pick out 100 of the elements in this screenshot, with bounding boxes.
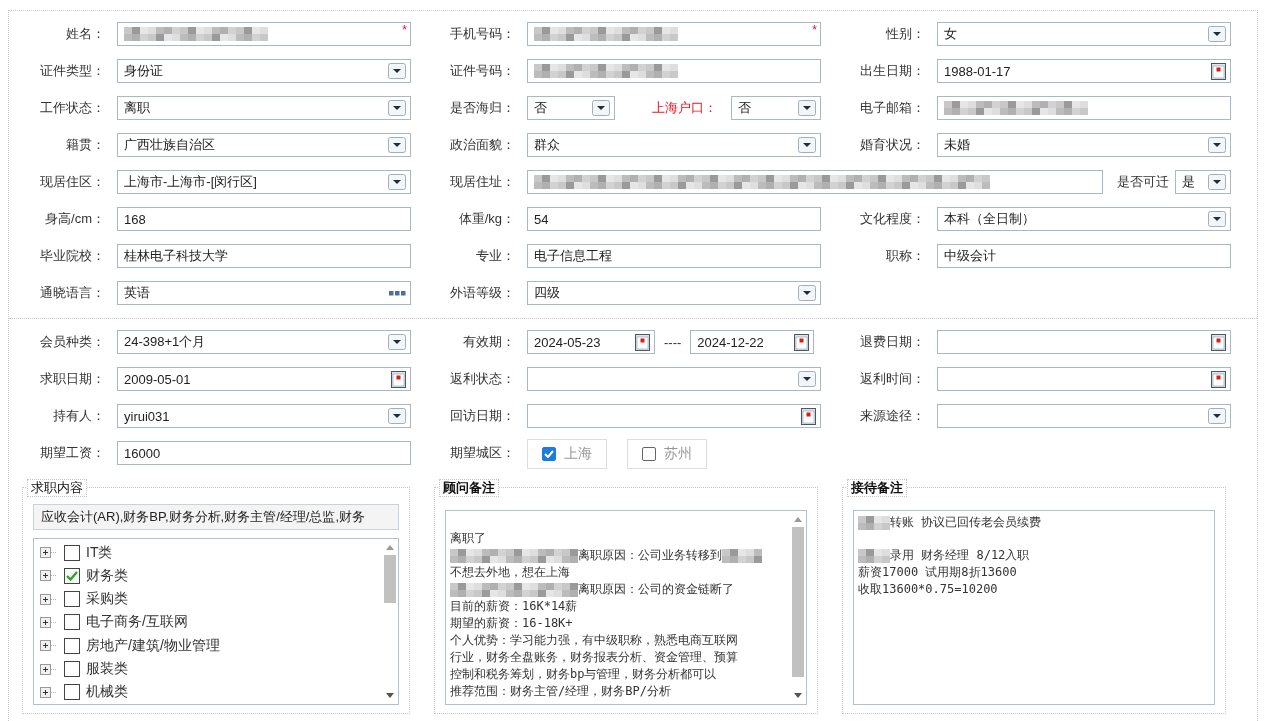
select-field[interactable]: [937, 404, 1231, 428]
caret-icon[interactable]: [388, 63, 406, 79]
input-field[interactable]: 桂林电子科技大学: [117, 244, 411, 268]
select-field[interactable]: 是: [1175, 170, 1231, 194]
caret-icon[interactable]: [798, 137, 816, 153]
scroll-up-icon[interactable]: [386, 545, 394, 550]
date-field[interactable]: 2024-05-23: [527, 330, 655, 354]
notes-textarea[interactable]: 离职了 离职原因：公司业务转移到 不想去外地，想在上海 离职原因：公司的资金链断了 目前的薪资：16K*14薪 期望的薪资：16-18K+ 个人优势：学习能力强，有中级职称，熟悉电商互联网 行业，财务全盘账务，财务报表分析、资金管理、预算 控制和税务筹划，财务bp与管理，财务分析都可以 推荐范围：财务主管/经理，财务BP/分析: [445, 510, 807, 705]
input-field[interactable]: 中级会计: [937, 244, 1231, 268]
caret-icon[interactable]: [1208, 174, 1226, 190]
calendar-icon[interactable]: [635, 333, 650, 351]
expand-icon[interactable]: [40, 547, 58, 559]
tree-item[interactable]: 机械类: [86, 683, 128, 702]
expand-icon[interactable]: [40, 663, 58, 675]
select-field[interactable]: yirui031: [117, 404, 411, 428]
select-field[interactable]: 24-398+1个月: [117, 330, 411, 354]
date-field[interactable]: [937, 330, 1231, 354]
select-field[interactable]: 身份证: [117, 59, 411, 83]
field-label: 性别：: [885, 25, 926, 43]
date-field[interactable]: [527, 404, 821, 428]
scroll-down-icon[interactable]: [794, 693, 802, 698]
caret-icon[interactable]: [388, 408, 406, 424]
calendar-icon[interactable]: [794, 333, 810, 351]
input-field[interactable]: *: [117, 22, 411, 46]
caret-icon[interactable]: [592, 100, 610, 116]
checkbox[interactable]: [64, 684, 80, 701]
note-line: 离职原因：公司业务转移到: [578, 547, 722, 564]
input-field[interactable]: 168: [117, 207, 411, 231]
tree-item[interactable]: 服装类: [86, 660, 128, 679]
calendar-icon[interactable]: [801, 407, 816, 425]
scroll-down-icon[interactable]: [386, 693, 394, 698]
checkbox[interactable]: [64, 614, 80, 631]
panel-title: 接待备注: [847, 479, 907, 497]
checkbox[interactable]: [64, 661, 80, 678]
date-field[interactable]: 2024-12-22: [690, 330, 815, 354]
checkbox[interactable]: [64, 637, 80, 654]
input-field[interactable]: [527, 170, 1103, 194]
select-field[interactable]: [527, 367, 821, 391]
more-icon[interactable]: [389, 290, 406, 296]
select-field[interactable]: 离职: [117, 96, 411, 120]
expand-icon[interactable]: [40, 593, 58, 605]
select-field[interactable]: 女: [937, 22, 1231, 46]
expand-icon[interactable]: [40, 570, 58, 582]
caret-icon[interactable]: [388, 174, 406, 190]
caret-icon[interactable]: [388, 334, 406, 350]
checkbox[interactable]: [542, 447, 556, 461]
input-field[interactable]: 电子信息工程: [527, 244, 821, 268]
field-label: 退费日期：: [859, 333, 926, 351]
caret-icon[interactable]: [798, 285, 816, 301]
caret-icon[interactable]: [388, 100, 406, 116]
select-field[interactable]: 四级: [527, 281, 821, 305]
input-field[interactable]: *: [527, 22, 821, 46]
select-field[interactable]: 广西壮族自治区: [117, 133, 411, 157]
notes-textarea[interactable]: 转账 协议已回传老会员续费 录用 财务经理 8/12入职 薪资17000 试用期8折13600 收取13600*0.75=10200: [853, 510, 1215, 705]
checkbox[interactable]: [64, 544, 80, 561]
calendar-icon[interactable]: [1211, 62, 1226, 80]
caret-icon[interactable]: [388, 137, 406, 153]
select-field[interactable]: 否: [527, 96, 615, 120]
caret-icon[interactable]: [798, 100, 816, 116]
select-field[interactable]: 本科（全日制）: [937, 207, 1231, 231]
calendar-icon[interactable]: [1211, 370, 1226, 388]
input-field[interactable]: [527, 59, 821, 83]
expand-icon[interactable]: [40, 686, 58, 698]
scrollbar-thumb[interactable]: [792, 527, 804, 677]
tree-item[interactable]: 采购类: [86, 590, 128, 609]
scrollbar-thumb[interactable]: [384, 555, 396, 603]
caret-icon[interactable]: [1208, 211, 1226, 227]
date-field[interactable]: 2009-05-01: [117, 367, 411, 391]
tree-item[interactable]: 房地产/建筑/物业管理: [86, 636, 220, 655]
input-field[interactable]: [937, 96, 1231, 120]
calendar-icon[interactable]: [391, 370, 406, 388]
select-field[interactable]: 上海市-上海市-[闵行区]: [117, 170, 411, 194]
date-field[interactable]: 1988-01-17: [937, 59, 1231, 83]
tree-item[interactable]: 电子商务/互联网: [86, 613, 188, 632]
caret-icon[interactable]: [1208, 137, 1226, 153]
select-field[interactable]: 未婚: [937, 133, 1231, 157]
checkbox[interactable]: [642, 447, 656, 461]
note-line: 控制和税务筹划，财务bp与管理，财务分析都可以: [450, 666, 717, 683]
select-field[interactable]: 否: [731, 96, 821, 120]
input-field[interactable]: 54: [527, 207, 821, 231]
input-field[interactable]: 16000: [117, 441, 411, 465]
field-label: 体重/kg：: [457, 210, 516, 228]
scroll-up-icon[interactable]: [794, 517, 802, 522]
caret-icon[interactable]: [1208, 408, 1226, 424]
tree-item[interactable]: 财务类: [86, 566, 128, 585]
calendar-icon[interactable]: [1211, 333, 1226, 351]
select-field[interactable]: 群众: [527, 133, 821, 157]
tree-item[interactable]: IT类: [86, 543, 113, 562]
checkbox[interactable]: [64, 567, 80, 584]
picker-field[interactable]: 英语: [117, 281, 411, 305]
date-field[interactable]: [937, 367, 1231, 391]
note-line: 个人优势：学习能力强，有中级职称，熟悉电商互联网: [450, 632, 738, 649]
checkbox[interactable]: [64, 591, 80, 608]
expand-icon[interactable]: [40, 617, 58, 628]
field-label: 身高/cm：: [44, 210, 106, 228]
expand-icon[interactable]: [40, 640, 58, 652]
caret-icon[interactable]: [798, 371, 816, 387]
field-label: 有效期：: [462, 333, 516, 351]
field-label: 会员种类：: [39, 333, 106, 351]
caret-icon[interactable]: [1208, 26, 1226, 42]
